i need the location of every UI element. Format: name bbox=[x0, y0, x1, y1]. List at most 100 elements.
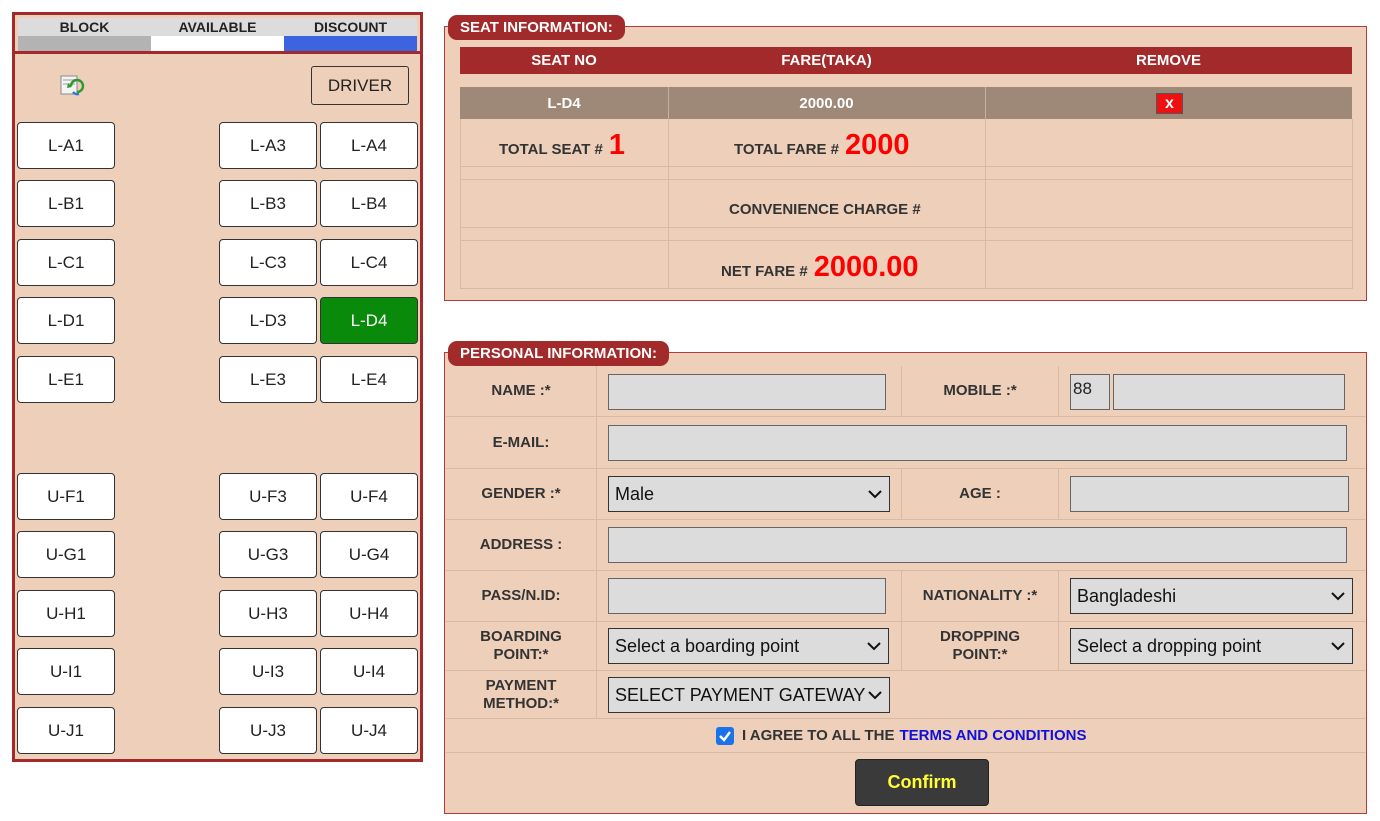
payment-method-label: PAYMENT METHOD:* bbox=[446, 671, 596, 718]
table-row: L-D4 2000.00 bbox=[460, 87, 1352, 119]
nationality-select[interactable]: Bangladeshi bbox=[1070, 578, 1353, 614]
seat-u-i3[interactable]: U-I3 bbox=[219, 648, 317, 695]
seat-l-a3[interactable]: L-A3 bbox=[219, 122, 317, 169]
cell-divider bbox=[1058, 570, 1059, 670]
boarding-point-select[interactable]: Select a boarding point bbox=[608, 628, 889, 664]
header-fare: FARE(TAKA) bbox=[781, 52, 872, 69]
cell-divider bbox=[985, 87, 986, 119]
confirm-button[interactable]: Confirm bbox=[855, 759, 989, 806]
row-divider bbox=[460, 166, 1352, 167]
seat-u-g1[interactable]: U-G1 bbox=[17, 531, 115, 578]
total-seat: TOTAL SEAT # 1 bbox=[499, 129, 625, 162]
mobile-input[interactable] bbox=[1113, 374, 1345, 410]
dropping-point-value: Select a dropping point bbox=[1077, 635, 1262, 656]
seat-l-d1[interactable]: L-D1 bbox=[17, 297, 115, 344]
dropping-point-select[interactable]: Select a dropping point bbox=[1070, 628, 1353, 664]
address-label: ADDRESS : bbox=[479, 536, 563, 553]
gender-value: Male bbox=[615, 483, 655, 504]
seat-u-i4[interactable]: U-I4 bbox=[320, 648, 418, 695]
seat-u-h3[interactable]: U-H3 bbox=[219, 590, 317, 637]
selected-seat-fare: 2000.00 bbox=[799, 94, 854, 112]
cell-divider bbox=[460, 119, 461, 289]
address-input[interactable] bbox=[608, 527, 1347, 563]
seat-l-a1[interactable]: L-A1 bbox=[17, 122, 115, 169]
header-seat-no: SEAT NO bbox=[531, 52, 597, 69]
seat-u-h1[interactable]: U-H1 bbox=[17, 590, 115, 637]
net-fare: NET FARE # 2000.00 bbox=[721, 251, 919, 284]
header-remove: REMOVE bbox=[1135, 52, 1201, 69]
name-label: NAME :* bbox=[491, 382, 551, 399]
seat-l-d3[interactable]: L-D3 bbox=[219, 297, 317, 344]
terms-checkbox[interactable] bbox=[716, 727, 734, 745]
gender-label: GENDER :* bbox=[481, 485, 561, 502]
seat-l-b3[interactable]: L-B3 bbox=[219, 180, 317, 227]
chevron-down-icon bbox=[867, 642, 881, 651]
seat-u-h4[interactable]: U-H4 bbox=[320, 590, 418, 637]
seat-l-d4[interactable]: L-D4 bbox=[320, 297, 418, 344]
seat-u-j4[interactable]: U-J4 bbox=[320, 707, 418, 754]
payment-method-select[interactable]: SELECT PAYMENT GATEWAY bbox=[608, 677, 890, 713]
seat-u-g3[interactable]: U-G3 bbox=[219, 531, 317, 578]
agree-text: I AGREE TO ALL THE bbox=[742, 727, 895, 744]
seat-u-g4[interactable]: U-G4 bbox=[320, 531, 418, 578]
remove-seat-button[interactable]: x bbox=[1156, 93, 1183, 114]
seat-information-title: SEAT INFORMATION: bbox=[448, 15, 625, 40]
seat-l-e4[interactable]: L-E4 bbox=[320, 356, 418, 403]
seat-legend: BLOCK AVAILABLE DISCOUNT bbox=[18, 18, 417, 51]
seat-l-e1[interactable]: L-E1 bbox=[17, 356, 115, 403]
age-input[interactable] bbox=[1070, 476, 1349, 512]
payment-label-line1: PAYMENT bbox=[485, 676, 557, 694]
row-divider bbox=[460, 179, 1352, 180]
cell-divider bbox=[1058, 468, 1059, 519]
total-fare: TOTAL FARE # 2000 bbox=[734, 129, 910, 162]
seat-u-f4[interactable]: U-F4 bbox=[320, 473, 418, 520]
seat-u-f1[interactable]: U-F1 bbox=[17, 473, 115, 520]
total-seat-label: TOTAL SEAT # bbox=[499, 141, 603, 158]
gender-select[interactable]: Male bbox=[608, 476, 890, 512]
chevron-down-icon bbox=[868, 490, 882, 499]
seat-l-e3[interactable]: L-E3 bbox=[219, 356, 317, 403]
legend-block-label: BLOCK bbox=[59, 19, 110, 35]
seat-l-a4[interactable]: L-A4 bbox=[320, 122, 418, 169]
seat-u-f3[interactable]: U-F3 bbox=[219, 473, 317, 520]
total-seat-value: 1 bbox=[608, 129, 626, 161]
selected-seat-no: L-D4 bbox=[547, 94, 581, 112]
terms-link[interactable]: TERMS AND CONDITIONS bbox=[900, 727, 1087, 744]
cell-divider bbox=[668, 119, 669, 289]
driver-seat[interactable]: DRIVER bbox=[311, 66, 409, 105]
seat-u-j1[interactable]: U-J1 bbox=[17, 707, 115, 754]
terms-agreement: I AGREE TO ALL THE TERMS AND CONDITIONS bbox=[742, 727, 1086, 744]
seat-l-c4[interactable]: L-C4 bbox=[320, 239, 418, 286]
seat-l-c1[interactable]: L-C1 bbox=[17, 239, 115, 286]
seat-l-c3[interactable]: L-C3 bbox=[219, 239, 317, 286]
seat-u-j3[interactable]: U-J3 bbox=[219, 707, 317, 754]
boarding-point-label: BOARDING POINT:* bbox=[446, 622, 596, 670]
total-fare-label: TOTAL FARE # bbox=[734, 141, 840, 158]
cell-divider bbox=[985, 119, 986, 289]
boarding-label-line1: BOARDING bbox=[480, 628, 562, 645]
name-input[interactable] bbox=[608, 374, 886, 410]
email-input[interactable] bbox=[608, 425, 1347, 461]
payment-label-line2: METHOD:* bbox=[483, 694, 559, 712]
mobile-country-code[interactable]: 88 bbox=[1070, 374, 1110, 410]
legend-block-swatch bbox=[18, 36, 151, 51]
seat-l-b4[interactable]: L-B4 bbox=[320, 180, 418, 227]
seat-u-i1[interactable]: U-I1 bbox=[17, 648, 115, 695]
payment-method-value: SELECT PAYMENT GATEWAY bbox=[615, 684, 866, 705]
boarding-label-line2: POINT:* bbox=[493, 646, 549, 663]
passport-input[interactable] bbox=[608, 578, 886, 614]
cell-divider bbox=[1058, 366, 1059, 416]
seat-l-b1[interactable]: L-B1 bbox=[17, 180, 115, 227]
net-fare-label: NET FARE # bbox=[721, 263, 808, 280]
dropping-label-line2: POINT:* bbox=[952, 646, 1008, 663]
row-divider bbox=[446, 718, 1365, 719]
net-fare-value: 2000.00 bbox=[813, 251, 919, 283]
personal-information-title: PERSONAL INFORMATION: bbox=[448, 341, 669, 366]
age-label: AGE : bbox=[959, 485, 1001, 502]
refresh-icon[interactable] bbox=[59, 72, 85, 98]
legend-available-swatch bbox=[151, 36, 284, 51]
seat-table-header: SEAT NO FARE(TAKA) REMOVE bbox=[460, 47, 1352, 74]
chevron-down-icon bbox=[1331, 642, 1345, 651]
cell-divider bbox=[1352, 119, 1353, 289]
row-divider bbox=[460, 227, 1352, 228]
